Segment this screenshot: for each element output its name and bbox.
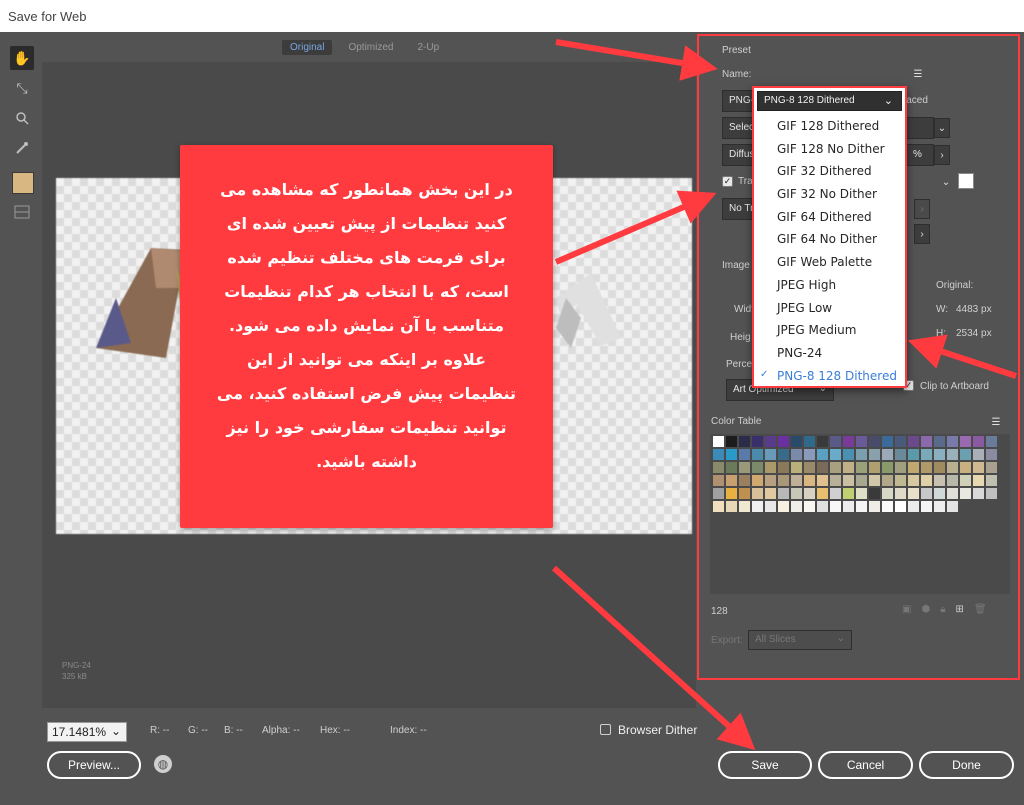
preset-option[interactable]: GIF 128 Dithered [754,116,905,139]
preset-option[interactable]: GIF 64 Dithered [754,207,905,230]
preset-option[interactable]: JPEG High [754,275,905,298]
readout-b: B: -- [224,725,243,736]
save-button[interactable]: Save [718,751,812,779]
preset-selected-value: PNG-8 128 Dithered [764,95,855,106]
preview-button[interactable]: Preview... [47,751,141,779]
hand-tool-icon[interactable]: ✋ [10,46,34,70]
readout-g: G: -- [188,725,208,736]
zoom-chevron-icon: ⌄ [110,724,121,738]
view-tabs: Original Optimized 2-Up [282,40,447,55]
preset-option[interactable]: PNG-24 [754,343,905,366]
checkmark-icon: ✓ [760,368,769,380]
toggle-slices-icon[interactable] [10,200,34,224]
slice-select-tool-icon[interactable]: ⤡ [10,76,34,100]
preset-options-list: GIF 128 Dithered GIF 128 No Dither GIF 32 … [754,116,905,388]
eyedropper-tool-icon[interactable] [10,136,34,160]
zoom-value: 17.1481% [52,725,107,739]
cancel-button[interactable]: Cancel [818,751,913,779]
save-for-web-dialog: ✋ ⤡ Original Optimized 2-Up PNG-24 325 k… [0,32,1024,805]
window-title-bar: Save for Web [0,0,1024,32]
preset-option[interactable]: GIF 32 Dithered [754,161,905,184]
preset-option[interactable]: GIF 32 No Dither [754,184,905,207]
browser-dither-label: Browser Dither [618,723,698,737]
tab-original[interactable]: Original [282,40,333,55]
done-button[interactable]: Done [919,751,1014,779]
preset-dropdown[interactable]: PNG-8 128 Dithered ⌄ GIF 128 Dithered GIF… [752,86,907,388]
readout-index: Index: -- [390,725,427,736]
preset-option-label: GIF Web Palette [777,255,873,270]
preset-option-label: GIF 64 Dithered [777,209,872,224]
preset-option[interactable]: GIF Web Palette [754,252,905,275]
zoom-tool-icon[interactable] [10,106,34,130]
preset-option-label: GIF 32 Dithered [777,164,872,179]
preset-select[interactable]: PNG-8 128 Dithered ⌄ [757,91,902,111]
preset-option-label: GIF 128 No Dither [777,141,885,156]
readout-hex: Hex: -- [320,725,350,736]
browser-dither-checkbox[interactable] [600,724,611,735]
globe-icon[interactable]: ◍ [154,755,172,773]
eyedropper-color-swatch[interactable] [12,172,34,194]
preset-option-label: JPEG High [777,277,837,292]
canvas-format: PNG-24 [62,661,91,670]
tool-strip: ✋ ⤡ [10,46,38,230]
canvas-file-info: PNG-24 325 kB [62,660,91,682]
chevron-down-icon: ⌄ [883,95,893,107]
readout-r: R: -- [150,725,170,736]
preset-option[interactable]: JPEG Low [754,298,905,321]
tab-optimized[interactable]: Optimized [340,40,401,55]
readout-alpha: Alpha: -- [262,725,300,736]
preset-option-label: GIF 32 No Dither [777,187,877,202]
preset-option-label: JPEG Medium [777,323,857,338]
window-title: Save for Web [8,9,87,24]
tab-2-up[interactable]: 2-Up [409,40,447,55]
preset-option[interactable]: ✓ PNG-8 128 Dithered [754,366,905,389]
canvas-filesize: 325 kB [62,672,87,681]
preset-option-label: PNG-8 128 Dithered [777,368,897,383]
preset-option-label: GIF 128 Dithered [777,119,880,133]
preset-option[interactable]: JPEG Medium [754,320,905,343]
preset-option[interactable]: GIF 128 No Dither [754,139,905,162]
zoom-select[interactable]: 17.1481% ⌄ [47,722,127,742]
annotation-callout: در این بخش همانطور که مشاهده می کنید تنظ… [180,145,553,528]
preset-option-label: GIF 64 No Dither [777,232,877,247]
preset-option-label: PNG-24 [777,345,823,360]
preset-option[interactable]: GIF 64 No Dither [754,229,905,252]
preset-option-label: JPEG Low [777,300,833,315]
